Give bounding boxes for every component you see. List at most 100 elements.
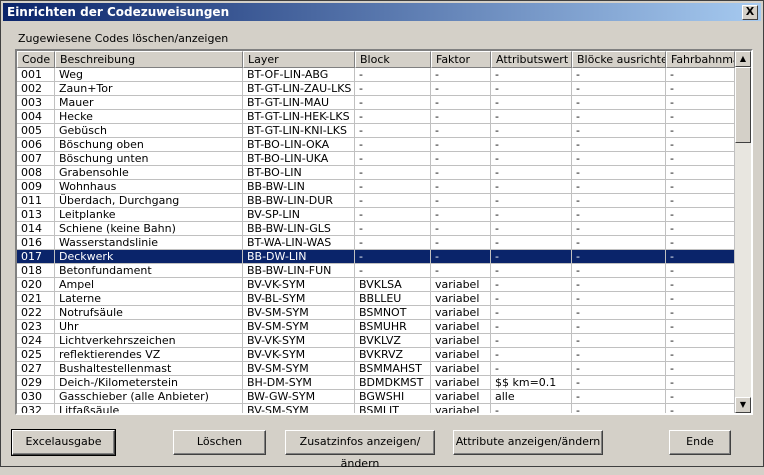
- table-row[interactable]: 027 Bushaltestellenmast BV-SM-SYM BSMMAHST v…: [17, 362, 735, 376]
- table-row[interactable]: 004 Hecke BT-GT-LIN-HEK-LKS - - - - -: [17, 110, 735, 124]
- scroll-down-icon[interactable]: ▼: [735, 397, 751, 413]
- cell-factor: -: [431, 152, 491, 166]
- cell-road-marking: -: [666, 82, 735, 96]
- table-row[interactable]: 029 Deich-/Kilometerstein BH-DM-SYM BDMDKMS…: [17, 376, 735, 390]
- table-row[interactable]: 007 Böschung unten BT-BO-LIN-UKA - - - - -: [17, 152, 735, 166]
- cell-factor: -: [431, 236, 491, 250]
- cell-code: 032: [17, 404, 55, 413]
- cell-road-marking: -: [666, 320, 735, 334]
- cell-factor: variabel: [431, 404, 491, 413]
- column-header-layer[interactable]: Layer: [243, 51, 355, 68]
- cell-attribute-value: -: [491, 208, 572, 222]
- table-row[interactable]: 025 reflektierendes VZ BV-VK-SYM BVKRVZ vari…: [17, 348, 735, 362]
- cell-layer: BT-OF-LIN-ABG: [243, 68, 355, 82]
- cell-code: 017: [17, 250, 55, 264]
- cell-factor: -: [431, 110, 491, 124]
- cell-block: BSMNOT: [355, 306, 431, 320]
- cell-block: -: [355, 138, 431, 152]
- cell-layer: BV-SM-SYM: [243, 320, 355, 334]
- column-header-align-blocks[interactable]: Blöcke ausrichten: [572, 51, 666, 68]
- column-header-factor[interactable]: Faktor: [431, 51, 491, 68]
- cell-description: Mauer: [55, 96, 243, 110]
- cell-factor: variabel: [431, 334, 491, 348]
- cell-description: Deich-/Kilometerstein: [55, 376, 243, 390]
- table-row[interactable]: 017 Deckwerk BB-DW-LIN - - - - -: [17, 250, 735, 264]
- dialog-window: Einrichten der Codezuweisungen X Zugewie…: [0, 0, 764, 470]
- table-row[interactable]: 013 Leitplanke BV-SP-LIN - - - - -: [17, 208, 735, 222]
- cell-road-marking: -: [666, 110, 735, 124]
- column-header-attribute-value[interactable]: Attributswert: [491, 51, 572, 68]
- cell-block: -: [355, 166, 431, 180]
- table-row[interactable]: 022 Notrufsäule BV-SM-SYM BSMNOT variabel - - -: [17, 306, 735, 320]
- cell-road-marking: -: [666, 180, 735, 194]
- cell-description: Wohnhaus: [55, 180, 243, 194]
- table-row[interactable]: 006 Böschung oben BT-BO-LIN-OKA - - - - -: [17, 138, 735, 152]
- excel-export-button[interactable]: Excelausgabe: [11, 429, 116, 456]
- cell-layer: BT-GT-LIN-ZAU-LKS: [243, 82, 355, 96]
- cell-block: -: [355, 124, 431, 138]
- table-row[interactable]: 021 Laterne BV-BL-SYM BBLLEU variabel - - -: [17, 292, 735, 306]
- scroll-thumb[interactable]: [735, 67, 751, 143]
- table-row[interactable]: 032 Litfaßsäule BV-SM-SYM BSMLIT variabel - - -: [17, 404, 735, 413]
- cell-layer: BV-VK-SYM: [243, 278, 355, 292]
- cell-align-blocks: -: [572, 222, 666, 236]
- cell-align-blocks: -: [572, 306, 666, 320]
- vertical-scrollbar[interactable]: ▲ ▼: [735, 51, 751, 413]
- table-row[interactable]: 018 Betonfundament BB-BW-LIN-FUN - - - - -: [17, 264, 735, 278]
- table-row[interactable]: 005 Gebüsch BT-GT-LIN-KNI-LKS - - - - -: [17, 124, 735, 138]
- cell-align-blocks: -: [572, 292, 666, 306]
- column-header-block[interactable]: Block: [355, 51, 431, 68]
- cell-layer: BV-SP-LIN: [243, 208, 355, 222]
- table-row[interactable]: 003 Mauer BT-GT-LIN-MAU - - - - -: [17, 96, 735, 110]
- column-header-road-marking[interactable]: Fahrbahnmark.: [666, 51, 735, 68]
- extra-info-button[interactable]: Zusatzinfos anzeigen/ändern: [285, 430, 435, 470]
- cell-factor: variabel: [431, 348, 491, 362]
- cell-factor: -: [431, 264, 491, 278]
- cell-block: BBLLEU: [355, 292, 431, 306]
- table-row[interactable]: 023 Uhr BV-SM-SYM BSMUHR variabel - - -: [17, 320, 735, 334]
- table-row[interactable]: 002 Zaun+Tor BT-GT-LIN-ZAU-LKS - - - - -: [17, 82, 735, 96]
- cell-factor: variabel: [431, 390, 491, 404]
- table-row[interactable]: 024 Lichtverkehrszeichen BV-VK-SYM BVKLVZ va…: [17, 334, 735, 348]
- cell-description: Notrufsäule: [55, 306, 243, 320]
- cell-layer: BT-GT-LIN-KNI-LKS: [243, 124, 355, 138]
- close-button[interactable]: X: [742, 5, 758, 20]
- column-header-description[interactable]: Beschreibung: [55, 51, 243, 68]
- cell-align-blocks: -: [572, 404, 666, 413]
- cell-layer: BV-VK-SYM: [243, 334, 355, 348]
- delete-button[interactable]: Löschen: [173, 430, 266, 455]
- cell-description: Schiene (keine Bahn): [55, 222, 243, 236]
- cell-description: Lichtverkehrszeichen: [55, 334, 243, 348]
- cell-factor: variabel: [431, 278, 491, 292]
- attributes-button[interactable]: Attribute anzeigen/ändern: [453, 430, 603, 455]
- end-button[interactable]: Ende: [669, 430, 731, 455]
- table-row[interactable]: 009 Wohnhaus BB-BW-LIN - - - - -: [17, 180, 735, 194]
- codes-list[interactable]: Code Beschreibung Layer Block Faktor Att…: [15, 49, 753, 415]
- table-row[interactable]: 030 Gasschieber (alle Anbieter) BW-GW-SYM B…: [17, 390, 735, 404]
- cell-attribute-value: -: [491, 278, 572, 292]
- cell-align-blocks: -: [572, 96, 666, 110]
- column-header-code[interactable]: Code: [17, 51, 55, 68]
- table-row[interactable]: 008 Grabensohle BT-BO-LIN - - - - -: [17, 166, 735, 180]
- cell-road-marking: -: [666, 404, 735, 413]
- cell-code: 008: [17, 166, 55, 180]
- cell-attribute-value: -: [491, 194, 572, 208]
- table-row[interactable]: 014 Schiene (keine Bahn) BB-BW-LIN-GLS - - - -…: [17, 222, 735, 236]
- cell-factor: variabel: [431, 292, 491, 306]
- cell-align-blocks: -: [572, 236, 666, 250]
- table-row[interactable]: 001 Weg BT-OF-LIN-ABG - - - - -: [17, 68, 735, 82]
- cell-block: -: [355, 82, 431, 96]
- table-row[interactable]: 020 Ampel BV-VK-SYM BVKLSA variabel - - -: [17, 278, 735, 292]
- cell-attribute-value: -: [491, 82, 572, 96]
- table-row[interactable]: 011 Überdach, Durchgang BB-BW-LIN-DUR - - - - -: [17, 194, 735, 208]
- cell-layer: BT-GT-LIN-MAU: [243, 96, 355, 110]
- title-bar[interactable]: Einrichten der Codezuweisungen X: [3, 3, 761, 21]
- scroll-up-icon[interactable]: ▲: [735, 51, 751, 67]
- cell-road-marking: -: [666, 390, 735, 404]
- table-row[interactable]: 016 Wasserstandslinie BT-WA-LIN-WAS - - - - -: [17, 236, 735, 250]
- cell-attribute-value: -: [491, 292, 572, 306]
- cell-code: 021: [17, 292, 55, 306]
- cell-align-blocks: -: [572, 362, 666, 376]
- cell-code: 024: [17, 334, 55, 348]
- cell-attribute-value: -: [491, 264, 572, 278]
